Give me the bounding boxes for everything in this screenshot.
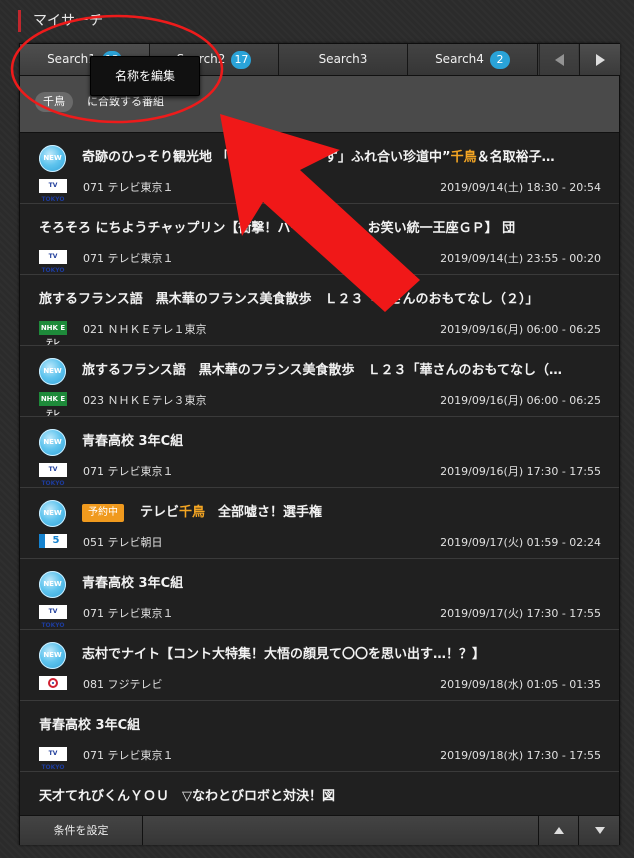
triangle-down-icon [594,827,605,834]
channel-name: 071 テレビ東京１ [83,607,174,620]
program-title: 旅するフランス語 黒木華のフランス美食散歩 Ｌ２３「華さんのおもてなし（２）」 [39,288,602,307]
channel-name: 071 テレビ東京１ [83,465,174,478]
air-datetime: 2019/09/14(土) 18:30 - 20:54 [440,181,601,194]
fuji-eye-icon [48,678,58,688]
channel-name: 051 テレビ朝日 [83,536,163,549]
air-datetime: 2019/09/14(土) 23:55 - 00:20 [440,252,601,265]
program-row[interactable]: 旅するフランス語 黒木華のフランス美食散歩 Ｌ２３「華さんのおもてなし（２）」 N… [20,275,619,346]
program-row[interactable]: 青春高校 3年C組 TV TOKYO 071 テレビ東京１ 2019/09/18(水)… [20,701,619,772]
triangle-left-icon [554,53,564,66]
channel-logo-nhketele: NHK Eテレ [39,392,67,417]
channel-name: 021 ＮＨＫＥテレ１東京 [83,323,207,336]
title-text: テレビ [140,505,180,520]
new-badge-icon: NEW [39,358,66,385]
program-row[interactable]: NEW 奇跡のひっそり観光地 「中 真朗さまぁ～ず」ふれ合い珍道中”千鳥＆名取裕子… [20,133,619,204]
air-datetime: 2019/09/17(火) 01:59 - 02:24 [440,536,601,549]
title-text: そろそろ にちようチャップリン【衝撃！ハープコント お笑い統一王座ＧＰ】 団 [39,221,516,236]
new-badge-icon: NEW [39,145,66,172]
channel-logo-tvtokyo: TV TOKYO [39,179,67,203]
program-title: 奇跡のひっそり観光地 「中 真朗さまぁ～ず」ふれ合い珍道中”千鳥＆名取裕子… [82,146,602,165]
title-text: 青春高校 3年C組 [82,576,184,591]
program-row[interactable]: NEW 旅するフランス語 黒木華のフランス美食散歩 Ｌ２３「華さんのおもてなし（…… [20,346,619,417]
program-title: 青春高校 3年C組 [82,572,602,591]
program-row[interactable]: NEW 青春高校 3年C組 TV TOKYO 071 テレビ東京１ 2019/09/17… [20,559,619,630]
air-datetime: 2019/09/18(水) 17:30 - 17:55 [440,749,601,762]
new-badge-icon: NEW [39,500,66,527]
triangle-up-icon [553,827,564,834]
program-row[interactable]: NEW 青春高校 3年C組 TV TOKYO 071 テレビ東京１ 2019/09/16… [20,417,619,488]
title-text: 青春高校 3年C組 [82,434,184,449]
channel-logo-tvtokyo: TV TOKYO [39,605,67,629]
tab-next-button[interactable] [579,44,620,75]
channel-name: 081 フジテレビ [83,678,163,691]
keyword-highlight: 千鳥 [450,150,477,165]
program-title: 志村でナイト【コント大特集！大悟の顔見て〇〇を思い出す…！？】 [82,643,602,662]
my-search-panel: Search113 Search217 Search3 Search42 名称を… [19,43,620,845]
program-row[interactable]: NEW 予約中 テレビ千鳥 全部嘘さ！選手権 5 051 テレビ朝日 2019/09/17… [20,488,619,559]
tab-count-badge: 17 [231,50,252,69]
channel-logo-tvtokyo: TV TOKYO [39,747,67,771]
channel-name: 071 テレビ東京１ [83,252,174,265]
tab-label: Search4 [435,52,484,66]
channel-name: 071 テレビ東京１ [83,749,174,762]
title-text: 天才てれびくんＹＯＵ ▽なわとびロボと対決！図 [39,789,335,804]
air-datetime: 2019/09/18(水) 01:05 - 01:35 [440,678,601,691]
scroll-up-button[interactable] [538,816,578,845]
title-text: 旅するフランス語 黒木華のフランス美食散歩 Ｌ２３「華さんのおもてなし（２）」 [39,292,539,307]
channel-logo-tvtokyo: TV TOKYO [39,463,67,487]
tab-label: Search1 [47,52,96,66]
section-title: マイサーチ [18,10,103,32]
air-datetime: 2019/09/16(月) 06:00 - 06:25 [440,323,601,336]
channel-logo-asahi: 5 [39,534,67,548]
program-row[interactable]: 天才てれびくんＹＯＵ ▽なわとびロボと対決！図 [20,772,619,816]
air-datetime: 2019/09/16(月) 06:00 - 06:25 [440,394,601,407]
tab-search4[interactable]: Search4 2 [408,44,538,75]
bottom-toolbar: 条件を設定 [20,815,619,845]
title-text: 青春高校 3年C組 [39,718,141,733]
channel-logo-nhketele: NHK Eテレ [39,321,67,346]
channel-name: 071 テレビ東京１ [83,181,174,194]
rename-tooltip[interactable]: 名称を編集 [90,56,200,96]
set-condition-button[interactable]: 条件を設定 [20,816,143,845]
title-text: 全部嘘さ！選手権 [205,505,323,520]
keyword-highlight: 千鳥 [179,505,206,520]
channel-logo-fuji [39,676,67,690]
tab-count-badge: 2 [489,50,510,69]
program-title: 予約中 テレビ千鳥 全部嘘さ！選手権 [82,501,602,522]
title-text: 奇跡のひっそり観光地 「中 真朗さまぁ～ず」ふれ合い珍道中” [82,150,451,165]
program-title: 旅するフランス語 黒木華のフランス美食散歩 Ｌ２３「華さんのおもてなし（… [82,359,602,378]
title-text: 旅するフランス語 黒木華のフランス美食散歩 Ｌ２３「華さんのおもてなし（… [82,363,562,378]
program-row[interactable]: NEW 志村でナイト【コント大特集！大悟の顔見て〇〇を思い出す…！？】 081 フジ… [20,630,619,701]
title-text: ＆名取裕子… [476,150,555,165]
keyword-chip: 千鳥 [35,92,73,112]
program-title: 青春高校 3年C組 [39,714,602,733]
tab-prev-button[interactable] [539,44,578,75]
air-datetime: 2019/09/17(火) 17:30 - 17:55 [440,607,601,620]
tab-label: Search3 [318,52,368,66]
program-row[interactable]: そろそろ にちようチャップリン【衝撃！ハープコント お笑い統一王座ＧＰ】 団 TV… [20,204,619,275]
scroll-down-button[interactable] [578,816,620,845]
program-title: そろそろ にちようチャップリン【衝撃！ハープコント お笑い統一王座ＧＰ】 団 [39,217,602,236]
new-badge-icon: NEW [39,429,66,456]
reserved-badge: 予約中 [82,503,124,522]
program-title: 青春高校 3年C組 [82,430,602,449]
air-datetime: 2019/09/16(月) 17:30 - 17:55 [440,465,601,478]
new-badge-icon: NEW [39,571,66,598]
program-list: NEW 奇跡のひっそり観光地 「中 真朗さまぁ～ず」ふれ合い珍道中”千鳥＆名取裕子… [20,133,619,816]
title-text: 志村でナイト【コント大特集！大悟の顔見て〇〇を思い出す…！？】 [82,647,486,662]
program-title: 天才てれびくんＹＯＵ ▽なわとびロボと対決！図 [39,785,602,804]
triangle-right-icon [595,53,605,66]
channel-logo-tvtokyo: TV TOKYO [39,250,67,274]
tab-search3[interactable]: Search3 [279,44,408,75]
new-badge-icon: NEW [39,642,66,669]
channel-name: 023 ＮＨＫＥテレ３東京 [83,394,207,407]
